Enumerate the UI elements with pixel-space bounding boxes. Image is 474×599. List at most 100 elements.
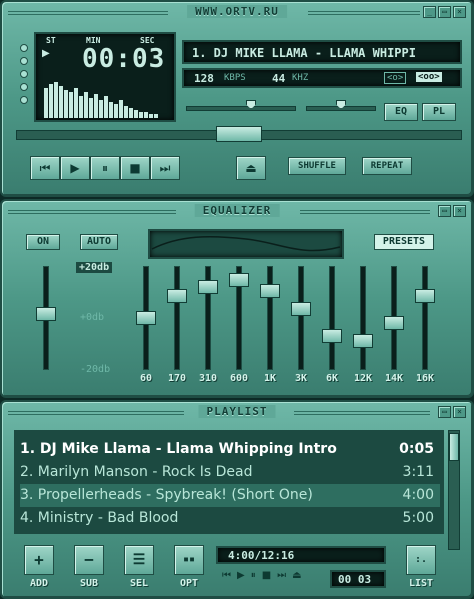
- playlist-row[interactable]: 4. Ministry - Bad Blood 5:00: [20, 507, 440, 530]
- track-title: 1. DJ Mike Llama - Llama Whipping Intro: [20, 441, 337, 457]
- playlist-row[interactable]: 2. Marilyn Manson - Rock Is Dead 3:11: [20, 461, 440, 484]
- time-display[interactable]: ST MIN SEC ▶ 00:03: [34, 32, 176, 122]
- samplerate-unit: KHZ: [292, 73, 309, 83]
- mini-next-icon[interactable]: ⏭: [277, 570, 286, 581]
- next-button[interactable]: ⏭: [150, 156, 180, 180]
- spectrum-analyzer[interactable]: [42, 78, 172, 118]
- mini-previous-icon[interactable]: ⏮: [222, 570, 231, 581]
- list-label: LIST: [408, 578, 434, 589]
- playlist-scrollbar[interactable]: [448, 430, 460, 550]
- eject-icon: ⏏: [245, 161, 257, 175]
- eq-band-rail: [422, 266, 428, 370]
- shuffle-button[interactable]: SHUFFLE: [288, 157, 346, 175]
- stop-button[interactable]: ■: [120, 156, 150, 180]
- eq-shade-button[interactable]: ▭: [438, 205, 451, 217]
- shade-button[interactable]: ▭: [438, 6, 451, 18]
- close-button[interactable]: ×: [453, 6, 466, 18]
- play-button[interactable]: ▶: [60, 156, 90, 180]
- add-button[interactable]: +: [24, 545, 54, 575]
- eq-band-label: 3K: [294, 373, 308, 384]
- eq-band-thumb[interactable]: [353, 333, 373, 348]
- mini-time-display: 00 03: [330, 570, 386, 588]
- equalizer-titlebar[interactable]: EQUALIZER ▭ ×: [8, 204, 466, 220]
- eq-curve-graph: [148, 229, 344, 259]
- options-dot[interactable]: [20, 44, 28, 52]
- stereo-indicator: ST: [46, 36, 56, 45]
- list-options-icon: :.: [414, 554, 428, 565]
- time-readout[interactable]: 00:03: [82, 44, 165, 74]
- eq-band-label: 6K: [325, 373, 339, 384]
- playlist-toggle-button[interactable]: PL: [422, 103, 456, 121]
- eq-band-label: 600: [229, 373, 249, 384]
- eq-on-button[interactable]: ON: [26, 234, 60, 250]
- eq-band-thumb[interactable]: [415, 288, 435, 303]
- db-top-label: +20db: [76, 262, 113, 273]
- eq-auto-button[interactable]: AUTO: [80, 234, 118, 250]
- next-icon: ⏭: [159, 160, 171, 175]
- playlist-scroll-thumb[interactable]: [449, 433, 459, 461]
- presets-button[interactable]: PRESETS: [374, 234, 434, 250]
- eq-band-slider[interactable]: [258, 266, 282, 370]
- pl-grip-left: [8, 411, 184, 415]
- always-on-top-dot[interactable]: [20, 57, 28, 65]
- eq-band-slider[interactable]: [134, 266, 158, 370]
- eq-band-thumb[interactable]: [167, 288, 187, 303]
- eq-band-label: 60: [139, 373, 153, 384]
- preamp-slider[interactable]: [34, 266, 58, 370]
- preamp-thumb[interactable]: [36, 306, 56, 321]
- previous-button[interactable]: ⏮: [30, 156, 60, 180]
- eq-toggle-button[interactable]: EQ: [384, 103, 418, 121]
- seek-thumb[interactable]: [216, 126, 262, 142]
- samplerate-value: 44: [272, 72, 286, 85]
- eq-band-slider[interactable]: [382, 266, 406, 370]
- repeat-button[interactable]: REPEAT: [362, 157, 412, 175]
- eq-band-thumb[interactable]: [229, 273, 249, 288]
- play-icon: ▶: [70, 161, 80, 175]
- eq-band-label: 310: [198, 373, 218, 384]
- file-info-dot[interactable]: [20, 70, 28, 78]
- mini-eject-icon[interactable]: ⏏: [292, 570, 301, 581]
- eq-band-slider[interactable]: [413, 266, 437, 370]
- add-label: ADD: [29, 578, 49, 589]
- eq-band-slider[interactable]: [196, 266, 220, 370]
- list-button[interactable]: :.: [406, 545, 436, 575]
- song-title-display[interactable]: 1. DJ MIKE LLAMA - LLAMA WHIPPI: [182, 40, 462, 64]
- total-time: 4:00/12:16: [228, 549, 295, 562]
- options-button[interactable]: ▪▪: [174, 545, 204, 575]
- pl-close-button[interactable]: ×: [453, 406, 466, 418]
- minimize-button[interactable]: _: [423, 6, 436, 18]
- list-icon: ☰: [132, 552, 146, 568]
- previous-icon: ⏮: [39, 160, 51, 175]
- eq-band-thumb[interactable]: [384, 315, 404, 330]
- eq-band-slider[interactable]: [320, 266, 344, 370]
- playlist-row[interactable]: 1. DJ Mike Llama - Llama Whipping Intro …: [20, 438, 440, 461]
- double-size-dot[interactable]: [20, 83, 28, 91]
- eq-band-slider[interactable]: [227, 266, 251, 370]
- eq-band-thumb[interactable]: [291, 302, 311, 316]
- eq-band-slider[interactable]: [289, 266, 313, 370]
- eq-band-thumb[interactable]: [260, 284, 280, 298]
- volume-slider[interactable]: [186, 106, 296, 111]
- eject-button[interactable]: ⏏: [236, 156, 266, 180]
- pl-shade-button[interactable]: ▭: [438, 406, 451, 418]
- mini-stop-icon[interactable]: ■: [262, 570, 271, 581]
- select-button[interactable]: ☰: [124, 545, 154, 575]
- mini-play-icon[interactable]: ▶: [237, 570, 245, 581]
- eq-close-button[interactable]: ×: [453, 205, 466, 217]
- player-titlebar[interactable]: WWW.ORTV.RU _ ▭ ×: [8, 5, 466, 21]
- playlist-row[interactable]: 3. Propellerheads - Spybreak! (Short One…: [20, 484, 440, 507]
- eq-band-thumb[interactable]: [136, 311, 156, 325]
- remove-button[interactable]: −: [74, 545, 104, 575]
- db-mid-label: +0db: [80, 312, 105, 323]
- eq-band-slider[interactable]: [351, 266, 375, 370]
- eq-band-thumb[interactable]: [322, 329, 342, 343]
- eq-band-thumb[interactable]: [198, 279, 218, 294]
- pause-button[interactable]: ⏸: [90, 156, 120, 180]
- eq-band-slider[interactable]: [165, 266, 189, 370]
- play-state-icon: ▶: [42, 48, 50, 59]
- eq-band-label: 1K: [263, 373, 277, 384]
- playlist-titlebar[interactable]: PLAYLIST ▭ ×: [8, 405, 466, 421]
- track-duration: 5:00: [402, 510, 434, 526]
- visualization-dot[interactable]: [20, 96, 28, 104]
- mini-pause-icon[interactable]: ⏸: [251, 570, 256, 581]
